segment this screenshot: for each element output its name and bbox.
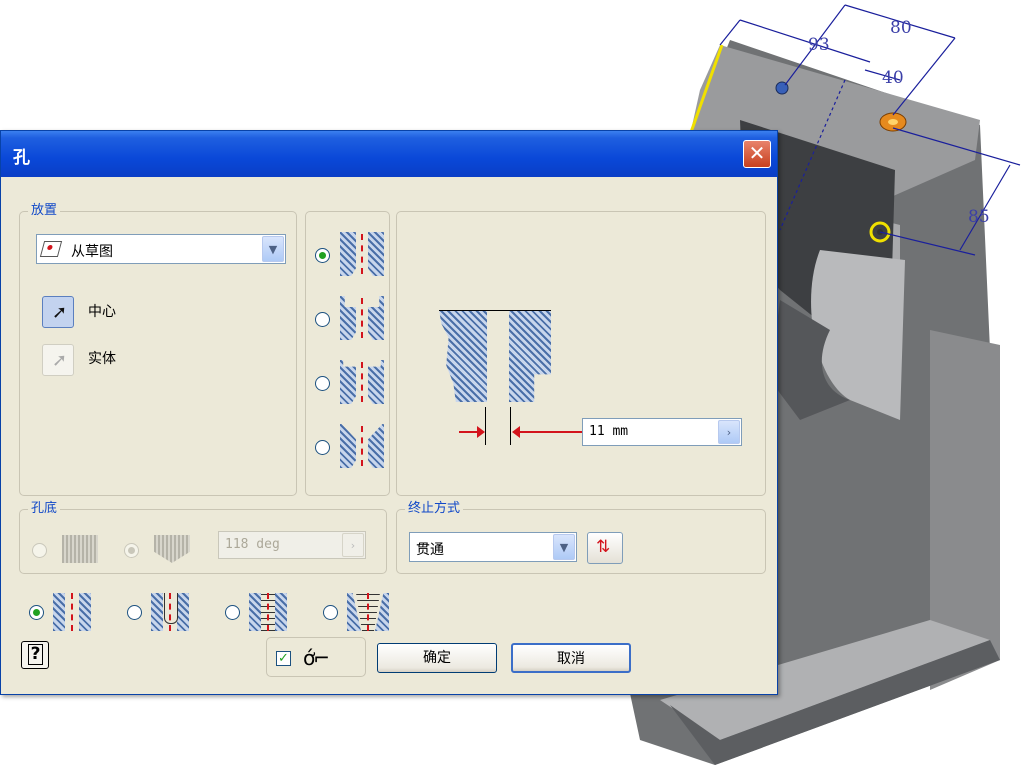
termination-select[interactable]: 贯通 ▼ — [409, 532, 577, 562]
sketch-plane-icon — [39, 241, 63, 257]
thread-type-tapped-radio[interactable] — [225, 605, 240, 620]
drill-point-group: 孔底 118 deg › — [19, 501, 387, 574]
dimension-label-93: 93 — [808, 35, 830, 55]
placement-group-title: 放置 — [28, 203, 61, 219]
placement-dropdown-chevron-icon[interactable]: ▼ — [262, 236, 284, 262]
simple-hole-icon — [53, 593, 93, 631]
flat-bottom-icon — [62, 535, 98, 563]
tapped-hole-icon — [249, 593, 289, 631]
diameter-arrowhead-right — [512, 426, 520, 438]
hole-dialog: 孔 ✕ 放置 从草图 ▼ ➚ 中心 ➚ 实体 11 mm › 孔底 118 de… — [0, 130, 778, 695]
placement-group: 放置 从草图 ▼ ➚ 中心 ➚ 实体 — [19, 203, 297, 496]
drill-angle-input[interactable]: 118 deg › — [218, 531, 366, 559]
taper-tapped-hole-icon — [347, 593, 389, 631]
hole-type-countersink-radio[interactable] — [315, 440, 330, 455]
pointer-cursor-icon-disabled: ➚ — [52, 350, 68, 371]
center-label: 中心 — [88, 304, 116, 320]
drill-angle-value: 118 deg — [225, 537, 280, 552]
termination-value: 贯通 — [416, 542, 444, 558]
ok-button[interactable]: 确定 — [377, 643, 497, 673]
thread-type-clearance-radio[interactable] — [127, 605, 142, 620]
dialog-title: 孔 — [13, 148, 30, 168]
termination-dropdown-chevron-icon[interactable]: ▼ — [553, 534, 575, 560]
placement-type-select[interactable]: 从草图 ▼ — [36, 234, 286, 264]
thread-type-taper-tapped-radio[interactable] — [323, 605, 338, 620]
hole-preview-group: 11 mm › — [396, 211, 766, 496]
hole-type-drilled-radio[interactable] — [315, 248, 330, 263]
counterbore-hole-icon — [340, 296, 384, 340]
diameter-dim-line-right — [510, 407, 511, 445]
termination-group-title: 终止方式 — [405, 501, 464, 517]
close-button[interactable]: ✕ — [743, 140, 771, 168]
diameter-arrowhead-left — [477, 426, 485, 438]
close-icon: ✕ — [748, 141, 766, 165]
hole-type-spotface-radio[interactable] — [315, 376, 330, 391]
spotface-hole-icon — [340, 360, 384, 404]
flip-direction-button[interactable]: ⇅ — [587, 532, 623, 564]
placement-type-value: 从草图 — [71, 244, 113, 260]
pointer-cursor-icon: ➚ — [52, 302, 68, 323]
hole-type-counterbore-radio[interactable] — [315, 312, 330, 327]
diameter-expand-arrow-icon[interactable]: › — [718, 420, 740, 444]
diameter-value: 11 mm — [589, 424, 629, 439]
preview-checkbox[interactable]: ✓ — [276, 651, 291, 666]
drill-point-group-title: 孔底 — [28, 501, 61, 517]
diameter-arrow-right — [515, 431, 583, 433]
hole-type-group — [305, 211, 390, 496]
countersink-hole-icon — [340, 424, 384, 468]
thread-type-row — [19, 591, 419, 631]
help-icon: ? — [28, 644, 43, 665]
flip-direction-icon: ⇅ — [596, 537, 611, 557]
flat-bottom-radio[interactable] — [32, 543, 47, 558]
solid-select-button[interactable]: ➚ — [42, 344, 74, 376]
cancel-button[interactable]: 取消 — [511, 643, 631, 673]
angle-bottom-radio[interactable] — [124, 543, 139, 558]
glasses-preview-icon: ớ⌐ — [303, 646, 330, 670]
hole-section-preview — [439, 310, 551, 402]
ok-button-label: 确定 — [423, 650, 451, 666]
angle-bottom-icon — [154, 535, 190, 563]
hole-marker-orange-center — [888, 119, 898, 125]
diameter-dim-line-left — [485, 407, 486, 445]
diameter-input[interactable]: 11 mm › — [582, 418, 742, 446]
drilled-hole-icon — [340, 232, 384, 276]
cancel-button-label: 取消 — [557, 651, 585, 667]
dimension-label-80: 80 — [890, 18, 912, 38]
dialog-titlebar[interactable]: 孔 ✕ — [1, 131, 777, 177]
clearance-hole-icon — [151, 593, 191, 631]
drill-angle-arrow-icon[interactable]: › — [342, 533, 364, 557]
termination-group: 终止方式 贯通 ▼ ⇅ — [396, 501, 766, 574]
thread-type-simple-radio[interactable] — [29, 605, 44, 620]
preview-toggle-group: ✓ ớ⌐ — [266, 637, 366, 677]
center-select-button[interactable]: ➚ — [42, 296, 74, 328]
dimension-label-85: 85 — [968, 207, 990, 227]
help-button[interactable]: ? — [21, 641, 49, 669]
solid-label: 实体 — [88, 351, 116, 367]
dimension-label-40: 40 — [882, 68, 904, 88]
